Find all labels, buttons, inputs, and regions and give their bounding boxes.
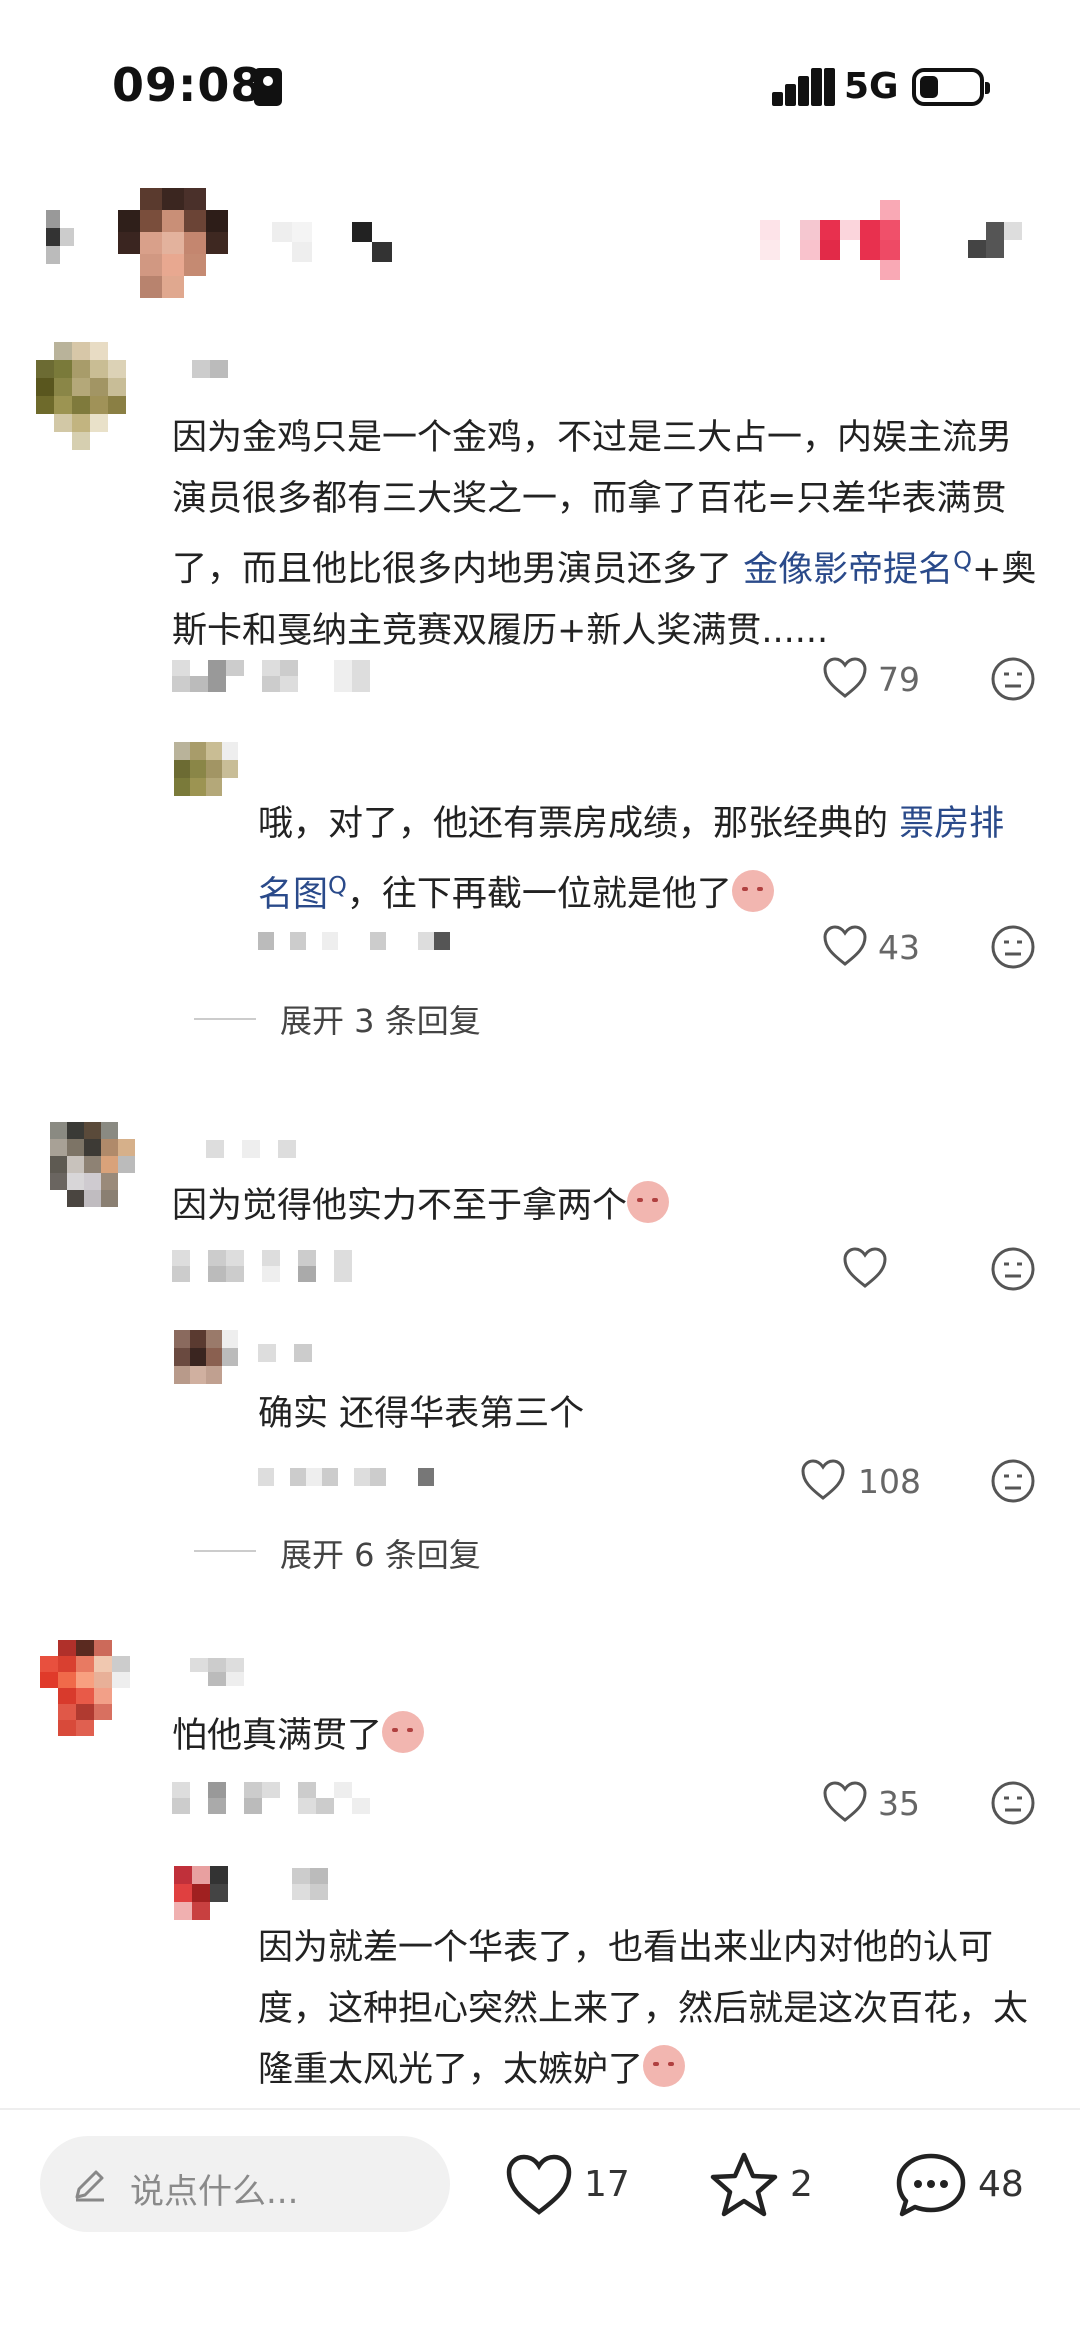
emoji-icon [627, 1181, 670, 1223]
expand-replies-button[interactable]: 展开 3 条回复 [280, 996, 481, 1042]
heart-outline-icon[interactable] [842, 1246, 888, 1290]
comment-text: 因为金鸡只是一个金鸡，不过是三大占一，内娱主流男演员很多都有三大奖之一，而拿了百… [172, 418, 1037, 651]
like-count: 79 [878, 660, 920, 699]
like-count: 35 [878, 1784, 920, 1823]
dislike-face-icon[interactable] [990, 1458, 1036, 1504]
comment-text: 怕他真满贯了 [172, 1706, 1042, 1767]
like-button[interactable] [504, 2152, 574, 2222]
heart-outline-icon[interactable] [822, 924, 868, 968]
status-time: 09:08 [112, 58, 264, 112]
emoji-icon [731, 869, 774, 912]
search-icon: Q [953, 546, 973, 574]
pencil-icon [70, 2166, 108, 2204]
network-type: 5G [844, 66, 899, 107]
comment-text: 因为觉得他实力不至于拿两个 [172, 1176, 1042, 1237]
search-icon: Q [328, 871, 347, 899]
like-count: 108 [858, 1462, 921, 1501]
follow-button-blurred[interactable] [760, 200, 940, 280]
reply-text: 哦，对了，他还有票房成绩，那张经典的 票房排名图Q，往下再截一位就是他了 [258, 804, 1005, 915]
dislike-face-icon[interactable] [990, 1780, 1036, 1826]
dislike-face-icon[interactable] [990, 924, 1036, 970]
heart-outline-icon[interactable] [822, 1780, 868, 1824]
dislike-face-icon[interactable] [990, 1246, 1036, 1292]
like-count: 43 [878, 928, 920, 967]
divider [194, 1550, 256, 1552]
search-link[interactable]: 金像影帝提名Q [743, 546, 972, 590]
status-bar: 09:08 5G [0, 0, 1080, 170]
heart-outline-icon[interactable] [800, 1458, 846, 1502]
star-count: 2 [790, 2164, 813, 2205]
dislike-face-icon[interactable] [990, 656, 1036, 702]
bottom-action-bar: 说点什么... 17 2 48 [0, 2108, 1080, 2348]
share-button[interactable] [968, 222, 1040, 262]
reply-text: 确实 还得华表第三个 [258, 1394, 585, 1434]
signal-strength-icon [772, 68, 836, 106]
emoji-icon [643, 2045, 686, 2087]
comment-bubble-icon[interactable] [894, 2150, 968, 2226]
back-button[interactable] [46, 210, 86, 270]
reply-text: 因为就差一个华表了，也看出来业内对他的认可度，这种担心突然上来了，然后就是这次百… [258, 1928, 1029, 2090]
heart-outline-icon[interactable] [822, 656, 868, 700]
like-count: 17 [584, 2164, 630, 2205]
emoji-icon [382, 1711, 425, 1753]
star-outline-icon[interactable] [708, 2150, 780, 2224]
comment-input[interactable]: 说点什么... [40, 2136, 450, 2232]
author-name-blurred [272, 222, 402, 262]
sim-card-icon [254, 68, 282, 106]
input-placeholder: 说点什么... [130, 2172, 299, 2212]
expand-replies-button[interactable]: 展开 6 条回复 [280, 1530, 481, 1576]
author-avatar[interactable] [118, 188, 228, 298]
comment-count: 48 [978, 2164, 1024, 2205]
divider [194, 1018, 256, 1020]
battery-icon [912, 68, 990, 106]
